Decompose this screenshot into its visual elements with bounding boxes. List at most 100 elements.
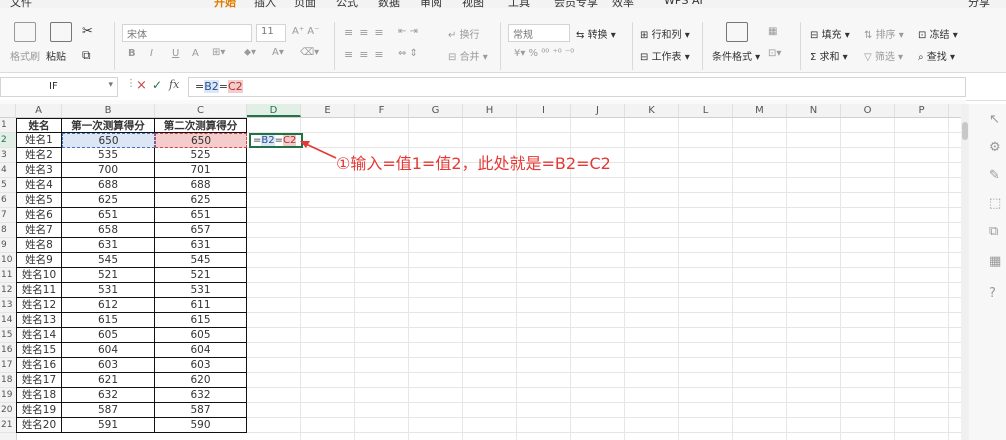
table-cell[interactable]: 姓名17 (16, 373, 62, 388)
row-header-2[interactable]: 2 (0, 133, 16, 148)
table-cell[interactable]: 531 (62, 283, 155, 298)
table-cell[interactable]: 545 (62, 253, 155, 268)
confirm-icon[interactable]: ✓ (152, 78, 162, 92)
format-painter-icon[interactable] (14, 22, 36, 42)
column-header-H[interactable]: H (463, 104, 517, 117)
menu-tab-7[interactable]: 视图 (462, 0, 484, 8)
fill-color-icon[interactable]: ⬥▾ (244, 47, 256, 58)
menu-tab-8[interactable]: 工具 (508, 0, 530, 8)
indent-icons[interactable]: ⇤ ⇥ (398, 26, 418, 37)
table-cell[interactable]: 姓名4 (16, 178, 62, 193)
row-header-15[interactable]: 15 (0, 328, 16, 343)
table-cell[interactable]: 603 (155, 358, 247, 373)
table-cell[interactable]: 605 (62, 328, 155, 343)
bold-button[interactable]: B (128, 48, 136, 59)
table-cell[interactable]: 590 (155, 418, 247, 433)
merge-button[interactable]: ⊟ 合并 ▾ (448, 48, 488, 63)
table-cell[interactable]: 620 (155, 373, 247, 388)
column-header-K[interactable]: K (625, 104, 679, 117)
row-header-14[interactable]: 14 (0, 313, 16, 328)
row-header-5[interactable]: 5 (0, 178, 16, 193)
table-cell[interactable]: 615 (62, 313, 155, 328)
sum-button[interactable]: Σ 求和 ▾ (810, 48, 848, 63)
table-cell[interactable]: 658 (62, 223, 155, 238)
column-header-F[interactable]: F (355, 104, 409, 117)
row-header-21[interactable]: 21 (0, 418, 16, 433)
table-cell[interactable]: 631 (62, 238, 155, 253)
font-grow-icon[interactable]: A⁺ A⁻ (292, 26, 319, 37)
wrap-text-button[interactable]: ↵ 换行 (448, 26, 480, 41)
rows-cols-button[interactable]: ⊞ 行和列 ▾ (640, 26, 690, 41)
column-header-N[interactable]: N (787, 104, 841, 117)
eraser-icon[interactable]: ⌫▾ (300, 47, 319, 58)
convert-button[interactable]: ⇆ 转换 ▾ (576, 26, 616, 41)
row-header-4[interactable]: 4 (0, 163, 16, 178)
column-header-L[interactable]: L (679, 104, 733, 117)
menu-tab-2[interactable]: 插入 (254, 0, 276, 8)
table-cell[interactable]: 姓名1 (16, 133, 62, 148)
select-all-corner[interactable] (0, 104, 16, 117)
column-header-C[interactable]: C (155, 104, 247, 117)
row-header-12[interactable]: 12 (0, 283, 16, 298)
row-header-9[interactable]: 9 (0, 238, 16, 253)
filter-button[interactable]: ▽ 筛选 ▾ (864, 48, 903, 63)
table-cell[interactable]: 688 (62, 178, 155, 193)
table-cell[interactable]: 615 (155, 313, 247, 328)
name-box[interactable]: IF ▾ (0, 77, 118, 97)
table-cell[interactable]: 587 (62, 403, 155, 418)
share-button[interactable]: 分享 (968, 0, 990, 8)
sort-button[interactable]: ⇅ 排序 ▾ (864, 26, 904, 41)
menu-tab-0[interactable]: 文件 (10, 0, 32, 8)
table-cell[interactable]: 651 (155, 208, 247, 223)
menu-tab-10[interactable]: 效率 (612, 0, 634, 8)
select-icon[interactable]: ↖ (989, 112, 1000, 127)
table-cell[interactable]: 531 (155, 283, 247, 298)
menu-tab-6[interactable]: 审阅 (420, 0, 442, 8)
find-button[interactable]: ⌕ 查找 ▾ (918, 48, 955, 63)
table-cell[interactable]: 姓名14 (16, 328, 62, 343)
help-icon[interactable]: ? (989, 286, 996, 301)
table-cell[interactable]: 姓名6 (16, 208, 62, 223)
align-left-icons[interactable]: ≡≡≡ (344, 48, 390, 61)
table-cell[interactable]: 625 (62, 193, 155, 208)
grid-icon[interactable]: ▦ (989, 254, 1001, 269)
font-color-icon[interactable]: A▾ (272, 47, 284, 58)
table-cell[interactable]: 姓名10 (16, 268, 62, 283)
tools-icon[interactable]: ✎ (989, 168, 1000, 183)
column-header-J[interactable]: J (571, 104, 625, 117)
paste-icon[interactable] (50, 22, 72, 42)
table-cell[interactable]: 591 (62, 418, 155, 433)
row-header-16[interactable]: 16 (0, 343, 16, 358)
number-format-combo[interactable]: 常规 (508, 24, 570, 42)
table-cell[interactable]: 650 (62, 133, 155, 148)
paste-label[interactable]: 粘贴 (46, 48, 66, 63)
table-cell[interactable]: 姓名15 (16, 343, 62, 358)
table-cell[interactable]: 587 (155, 403, 247, 418)
table-header-cell[interactable]: 姓名 (16, 118, 62, 133)
format-painter-label[interactable]: 格式刷 (10, 48, 40, 63)
distribute-icons[interactable]: ⇔ ⇕ (398, 48, 418, 59)
row-header-17[interactable]: 17 (0, 358, 16, 373)
table-cell[interactable]: 姓名12 (16, 298, 62, 313)
table-cell[interactable]: 650 (155, 133, 247, 148)
table-cell[interactable]: 姓名5 (16, 193, 62, 208)
table-cell[interactable]: 611 (155, 298, 247, 313)
row-header-1[interactable]: 1 (0, 118, 16, 133)
menu-tab-1[interactable]: 开始 (214, 0, 236, 8)
number-style-icons[interactable]: ¥▾ % ⁰⁰ ⁺⁰ ⁻⁰ (514, 48, 574, 59)
font-name-combo[interactable]: 宋体 (122, 24, 252, 42)
table-cell[interactable]: 姓名3 (16, 163, 62, 178)
table-cell[interactable]: 525 (155, 148, 247, 163)
table-cell[interactable]: 535 (62, 148, 155, 163)
scrollbar-thumb[interactable] (962, 122, 968, 140)
row-header-3[interactable]: 3 (0, 148, 16, 163)
table-cell[interactable]: 605 (155, 328, 247, 343)
column-header-B[interactable]: B (62, 104, 155, 117)
row-header-19[interactable]: 19 (0, 388, 16, 403)
row-header-13[interactable]: 13 (0, 298, 16, 313)
menu-tab-3[interactable]: 页面 (294, 0, 316, 8)
column-header-E[interactable]: E (301, 104, 355, 117)
more-icon[interactable]: ⋮ (126, 78, 136, 89)
formula-input[interactable]: =B2=C2 (188, 77, 966, 97)
table-cell[interactable]: 521 (155, 268, 247, 283)
